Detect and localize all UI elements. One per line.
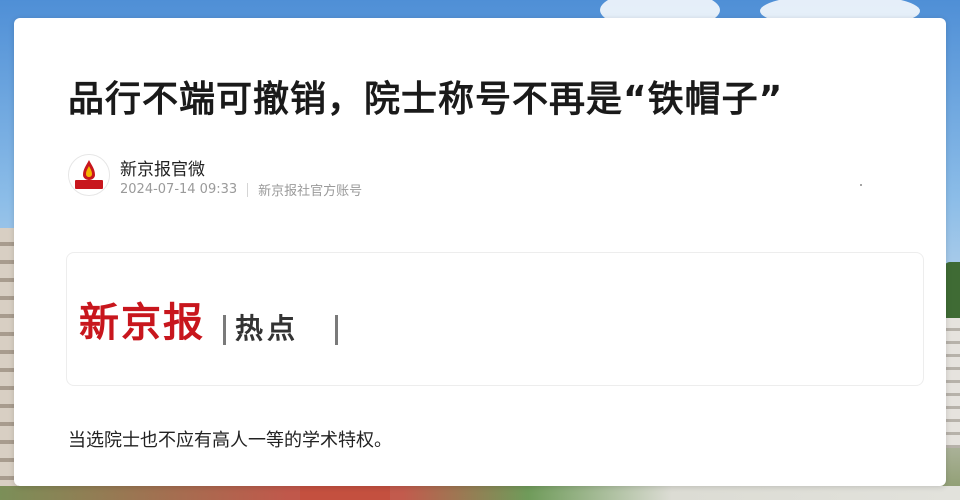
- article-meta: 2024-07-14 09:33 新京报社官方账号: [120, 180, 362, 199]
- background-track: [300, 486, 390, 500]
- banner-divider: [335, 315, 338, 345]
- meta-divider: [247, 182, 249, 197]
- account-type: 新京报社官方账号: [258, 184, 363, 199]
- banner-divider: [223, 315, 226, 345]
- article-body-text: 当选院士也不应有高人一等的学术特权。: [68, 430, 392, 451]
- author-avatar[interactable]: [68, 154, 110, 196]
- author-name[interactable]: 新京报官微: [120, 155, 205, 180]
- background-tree: [944, 262, 960, 322]
- publish-timestamp: 2024-07-14 09:33: [120, 182, 238, 197]
- article-headline: 品行不端可撤销，院士称号不再是“铁帽子”: [68, 79, 784, 120]
- brand-logo: 新京报: [79, 299, 205, 346]
- article-card: 品行不端可撤销，院士称号不再是“铁帽子” 新京报官微 2024-07-14 09…: [14, 18, 946, 486]
- xinjingbao-logo-icon: [69, 155, 109, 195]
- background-ground: [0, 486, 960, 500]
- brand-banner: 新京报 热点: [66, 252, 924, 386]
- banner-section-label: 热点: [235, 312, 300, 345]
- decorative-dot: [860, 184, 862, 186]
- background-building: [944, 318, 960, 448]
